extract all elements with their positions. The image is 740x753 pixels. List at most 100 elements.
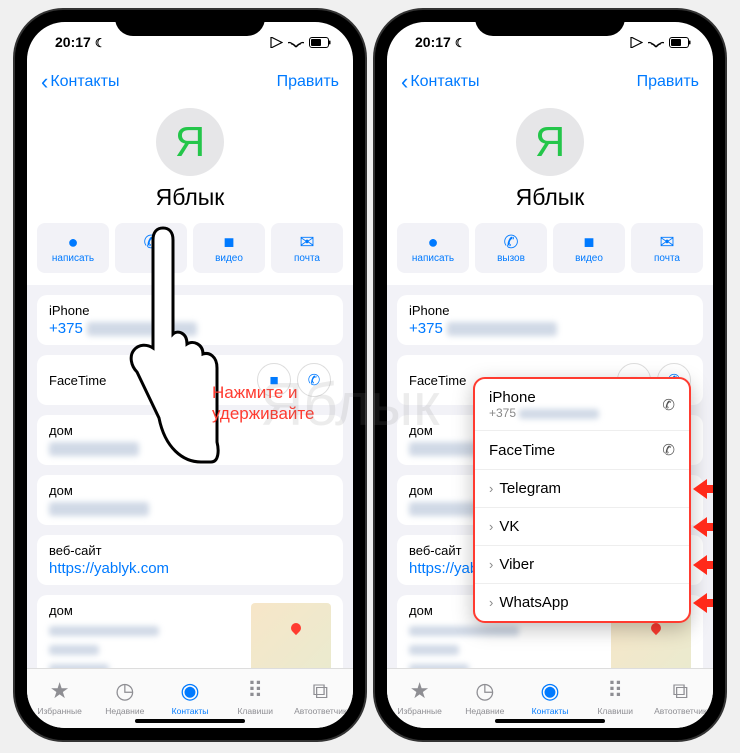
instruction-text: Нажмите и удерживайте [212,382,314,425]
popup-app-label: VK [499,518,519,535]
call-options-popup: iPhone +375 ✆ FaceTime ✆ › Telegram [473,377,691,623]
call-button[interactable]: ✆ вызов [115,223,187,273]
tab-voicemail-label: Автоответчик [294,706,347,716]
highlight-arrow-icon [693,482,713,496]
iphone-value: +375 [409,320,443,337]
star-icon: ★ [410,678,430,704]
phone-icon: ✆ [503,233,518,251]
tab-voicemail[interactable]: ⧉ Автоответчик [648,669,713,724]
tab-keypad-label: Клавиши [597,706,632,716]
website-card[interactable]: веб-сайт https://yablyk.com [37,535,343,585]
phone-frame-right: 20:17 ‹ Контакты Править Я [375,10,725,740]
call-button[interactable]: ✆ вызов [475,223,547,273]
iphone-label: iPhone [49,303,331,318]
notch [475,10,625,36]
iphone-value: +375 [49,320,83,337]
mail-button[interactable]: ✉ почта [271,223,343,273]
back-label: Контакты [410,73,479,91]
home2-label: дом [49,483,331,498]
address-card[interactable]: дом Беларусь [37,595,343,668]
edit-button[interactable]: Править [277,73,339,91]
message-label: написать [52,253,94,264]
person-icon: ◉ [180,678,199,704]
back-label: Контакты [50,73,119,91]
tab-favorites-label: Избранные [37,706,81,716]
mail-icon: ✉ [659,233,674,251]
dnd-icon [95,34,106,50]
popup-whatsapp[interactable]: › WhatsApp [475,584,689,621]
popup-iphone-sub: +375 [489,406,516,420]
home2-card[interactable]: дом [37,475,343,525]
tab-contacts-label: Контакты [532,706,569,716]
mail-label: почта [294,253,320,264]
popup-app-label: Telegram [499,480,561,497]
highlight-arrow-icon [693,520,713,534]
clock-icon: ◷ [475,678,494,704]
highlight-arrow-icon [693,596,713,610]
tab-voicemail[interactable]: ⧉Автоответчик [288,669,353,724]
keypad-icon: ⠿ [247,678,263,704]
status-icons [630,37,691,48]
tab-keypad-label: Клавиши [237,706,272,716]
back-button[interactable]: ‹ Контакты [41,71,119,93]
chevron-right-icon: › [489,595,493,610]
facetime-label: FaceTime [409,373,466,388]
popup-telegram[interactable]: › Telegram [475,470,689,508]
phone-icon: ✆ [143,233,158,251]
popup-app-label: WhatsApp [499,594,568,611]
tab-contacts[interactable]: ◉Контакты [157,669,222,724]
person-icon: ◉ [540,678,559,704]
tab-contacts[interactable]: ◉ Контакты [517,669,582,724]
highlight-arrow-icon [693,558,713,572]
voicemail-icon: ⧉ [673,678,689,704]
website-value: https://yablyk.com [49,560,331,577]
tab-favorites[interactable]: ★Избранные [27,669,92,724]
message-button[interactable]: ● написать [37,223,109,273]
map-pin-icon [289,621,303,635]
avatar: Я [516,108,584,176]
popup-vk[interactable]: › VK [475,508,689,546]
phone-card[interactable]: iPhone +375 [37,295,343,345]
chevron-right-icon: › [489,481,493,496]
video-button[interactable]: ■ видео [193,223,265,273]
phone-icon: ✆ [662,396,675,414]
home-indicator [495,719,605,723]
chevron-left-icon: ‹ [41,71,48,93]
status-icons [270,37,331,48]
video-icon: ■ [584,233,595,251]
popup-iphone-label: iPhone [489,389,599,406]
home-label: дом [49,423,331,438]
mail-label: почта [654,253,680,264]
contact-name: Яблык [27,184,353,211]
edit-button[interactable]: Править [637,73,699,91]
chevron-right-icon: › [489,519,493,534]
video-label: видео [215,253,243,264]
iphone-label: iPhone [409,303,691,318]
phone-icon: ✆ [662,441,675,459]
dnd-icon [455,34,466,50]
popup-iphone[interactable]: iPhone +375 ✆ [475,379,689,431]
tab-voicemail-label: Автоответчик [654,706,707,716]
video-button[interactable]: ■ видео [553,223,625,273]
tab-favorites[interactable]: ★ Избранные [387,669,452,724]
phone-card[interactable]: iPhone +375 [397,295,703,345]
keypad-icon: ⠿ [607,678,623,704]
tab-favorites-label: Избранные [397,706,441,716]
tab-recents-label: Недавние [465,706,504,716]
popup-facetime[interactable]: FaceTime ✆ [475,431,689,470]
message-icon: ● [428,233,439,251]
mail-button[interactable]: ✉ почта [631,223,703,273]
tab-keypad[interactable]: ⠿ Клавиши [223,669,288,724]
popup-viber[interactable]: ›Viber [475,546,689,584]
avatar: Я [156,108,224,176]
back-button[interactable]: ‹ Контакты [401,71,479,93]
tab-keypad[interactable]: ⠿ Клавиши [583,669,648,724]
contact-name: Яблык [387,184,713,211]
phone-frame-left: 20:17 ‹ Контакты Править Я [15,10,365,740]
message-label: написать [412,253,454,264]
facetime-label: FaceTime [49,373,106,388]
message-button[interactable]: ● написать [397,223,469,273]
message-icon: ● [68,233,79,251]
tab-recents[interactable]: ◷ Недавние [452,669,517,724]
tab-recents[interactable]: ◷Недавние [92,669,157,724]
